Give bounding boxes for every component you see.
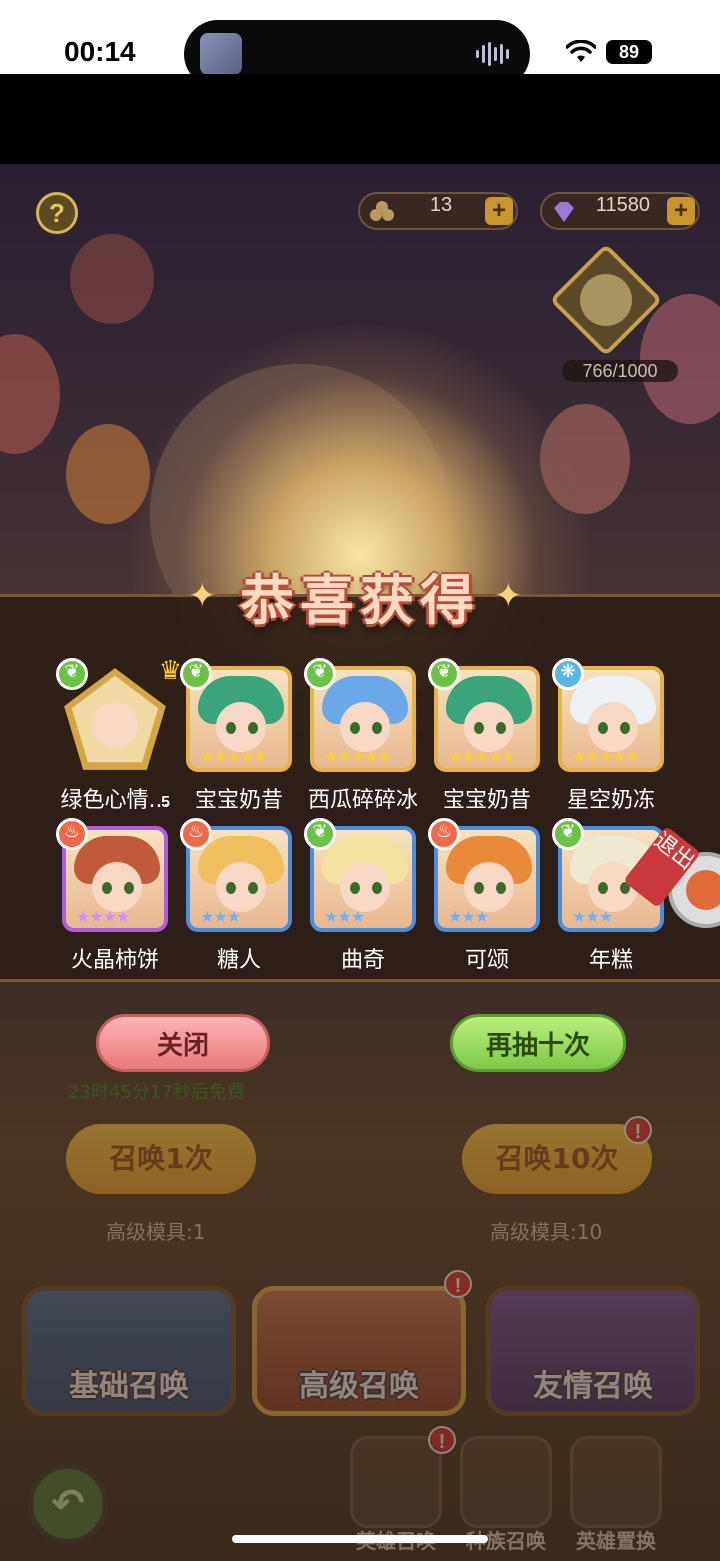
- audio-wave-icon: [476, 42, 512, 66]
- hero-eye: [248, 882, 258, 894]
- alert-badge: !: [624, 1116, 652, 1144]
- hero-eye: [474, 882, 484, 894]
- hero-name: 曲奇: [340, 948, 385, 973]
- hero-eye: [496, 882, 506, 894]
- wifi-icon: [566, 40, 596, 62]
- hero-eye: [598, 882, 608, 894]
- reward-title: 恭喜获得: [240, 569, 480, 632]
- hero-name: 星空奶冻: [566, 788, 655, 813]
- hero-portrait: [340, 862, 390, 912]
- star-rating: ★★★: [572, 907, 613, 926]
- nav-hero-summon[interactable]: 英雄召唤: [350, 1436, 442, 1553]
- hero-eye: [474, 722, 484, 734]
- nav-hero-swap[interactable]: 英雄置换: [570, 1436, 662, 1553]
- alert-badge: !: [428, 1426, 456, 1454]
- hero-eye: [598, 722, 608, 734]
- summon-ten-cost: 高级模具:10: [490, 1220, 603, 1244]
- reward-hero-card[interactable]: ★★★ ❦ 曲奇: [304, 818, 420, 976]
- summon-once-button[interactable]: 召唤1次: [66, 1124, 256, 1194]
- hero-eye: [496, 722, 506, 734]
- reward-hero-card[interactable]: ★★★ ♨ 糖人: [180, 818, 296, 976]
- hero-eye: [124, 882, 134, 894]
- hero-name: 西瓜碎碎冰: [307, 788, 418, 813]
- summon-ten-button[interactable]: 召唤10次: [462, 1124, 652, 1194]
- reward-hero-card[interactable]: ★★★★★ ❦ 宝宝奶昔: [180, 658, 296, 816]
- hero-name: 宝宝奶昔: [194, 788, 283, 813]
- tab-label: 友情召唤: [533, 1369, 653, 1404]
- hero-portrait: [588, 702, 638, 752]
- hero-name: 年糕: [588, 948, 633, 973]
- star-rating: ★★★★★: [572, 747, 640, 766]
- hero-portrait: [216, 702, 266, 752]
- hero-eye: [102, 882, 112, 894]
- hero-portrait: [464, 862, 514, 912]
- hero-name: 可颂: [464, 948, 509, 973]
- crown-icon: ♛: [158, 656, 182, 686]
- star-rating: ★★★: [448, 907, 489, 926]
- hero-eye: [226, 722, 236, 734]
- alert-badge: !: [444, 1270, 472, 1298]
- star-rating: ★★★★★: [324, 747, 392, 766]
- summon-once-cost: 高级模具:1: [106, 1220, 206, 1244]
- reward-hero-card[interactable]: ♛ 5 ❦ 绿色心情...: [56, 656, 182, 816]
- nav-race-summon[interactable]: 种族召唤: [460, 1436, 552, 1553]
- hero-eye: [350, 722, 360, 734]
- fire-element-icon: ♨: [428, 818, 460, 850]
- tab-friendship-summon[interactable]: 友情召唤: [486, 1286, 700, 1416]
- reward-hero-card[interactable]: ★★★★★ ❦ 宝宝奶昔: [428, 658, 544, 816]
- hero-eye: [226, 882, 236, 894]
- battery-indicator: 89: [606, 40, 652, 64]
- hero-eye: [372, 882, 382, 894]
- grass-element-icon: ❦: [180, 658, 212, 690]
- reward-hero-card[interactable]: ★★★★★ ❋ 星空奶冻: [552, 658, 668, 816]
- star-rating: ★★★★★: [200, 747, 268, 766]
- hero-eye: [620, 722, 630, 734]
- hero-eye: [248, 722, 258, 734]
- letterbox-band: [0, 74, 720, 164]
- tab-label: 基础召唤: [69, 1369, 189, 1404]
- grass-element-icon: ❦: [552, 818, 584, 850]
- hero-portrait: [92, 702, 138, 748]
- grass-element-icon: ❦: [304, 818, 336, 850]
- fire-element-icon: ♨: [180, 818, 212, 850]
- star-rating: ★★★: [324, 907, 365, 926]
- hero-eye: [372, 722, 382, 734]
- fire-element-icon: ♨: [56, 818, 88, 850]
- reward-hero-card[interactable]: ★★★★ ♨ 火晶柿饼: [56, 818, 172, 976]
- hero-portrait: [216, 862, 266, 912]
- grass-element-icon: ❦: [56, 658, 88, 690]
- reward-hero-card[interactable]: ★★★ ♨ 可颂: [428, 818, 544, 976]
- star-rating: ★★★★★: [448, 747, 516, 766]
- tab-basic-summon[interactable]: 基础召唤: [22, 1286, 236, 1416]
- home-indicator: [232, 1535, 488, 1543]
- hero-name: 火晶柿饼: [70, 948, 159, 973]
- reward-hero-card[interactable]: ★★★★★ ❦ 西瓜碎碎冰: [304, 658, 420, 816]
- now-playing-thumbnail: [200, 33, 242, 75]
- water-element-icon: ❋: [552, 658, 584, 690]
- grass-element-icon: ❦: [428, 658, 460, 690]
- hero-portrait: [464, 702, 514, 752]
- hero-eye: [350, 882, 360, 894]
- grass-element-icon: ❦: [304, 658, 336, 690]
- hero-name: 绿色心情...: [60, 788, 170, 813]
- hero-portrait: [92, 862, 142, 912]
- star-rating: ★★★★: [76, 907, 130, 926]
- hero-name: 宝宝奶昔: [442, 788, 531, 813]
- hero-name: 糖人: [216, 948, 261, 973]
- back-arrow-icon[interactable]: ↶: [28, 1464, 108, 1544]
- star-rating: ★★★: [200, 907, 241, 926]
- tab-advanced-summon[interactable]: 高级召唤: [252, 1286, 466, 1416]
- status-time: 00:14: [64, 36, 136, 67]
- summon-scene: ? 13 + 11580 + 766/1000 关闭 再抽十次 23时45分17…: [0, 164, 720, 1561]
- nav-label: 英雄置换: [576, 1529, 656, 1553]
- tab-label: 高级召唤: [299, 1369, 419, 1404]
- status-bar: 00:14 89: [0, 0, 720, 88]
- hero-portrait: [340, 702, 390, 752]
